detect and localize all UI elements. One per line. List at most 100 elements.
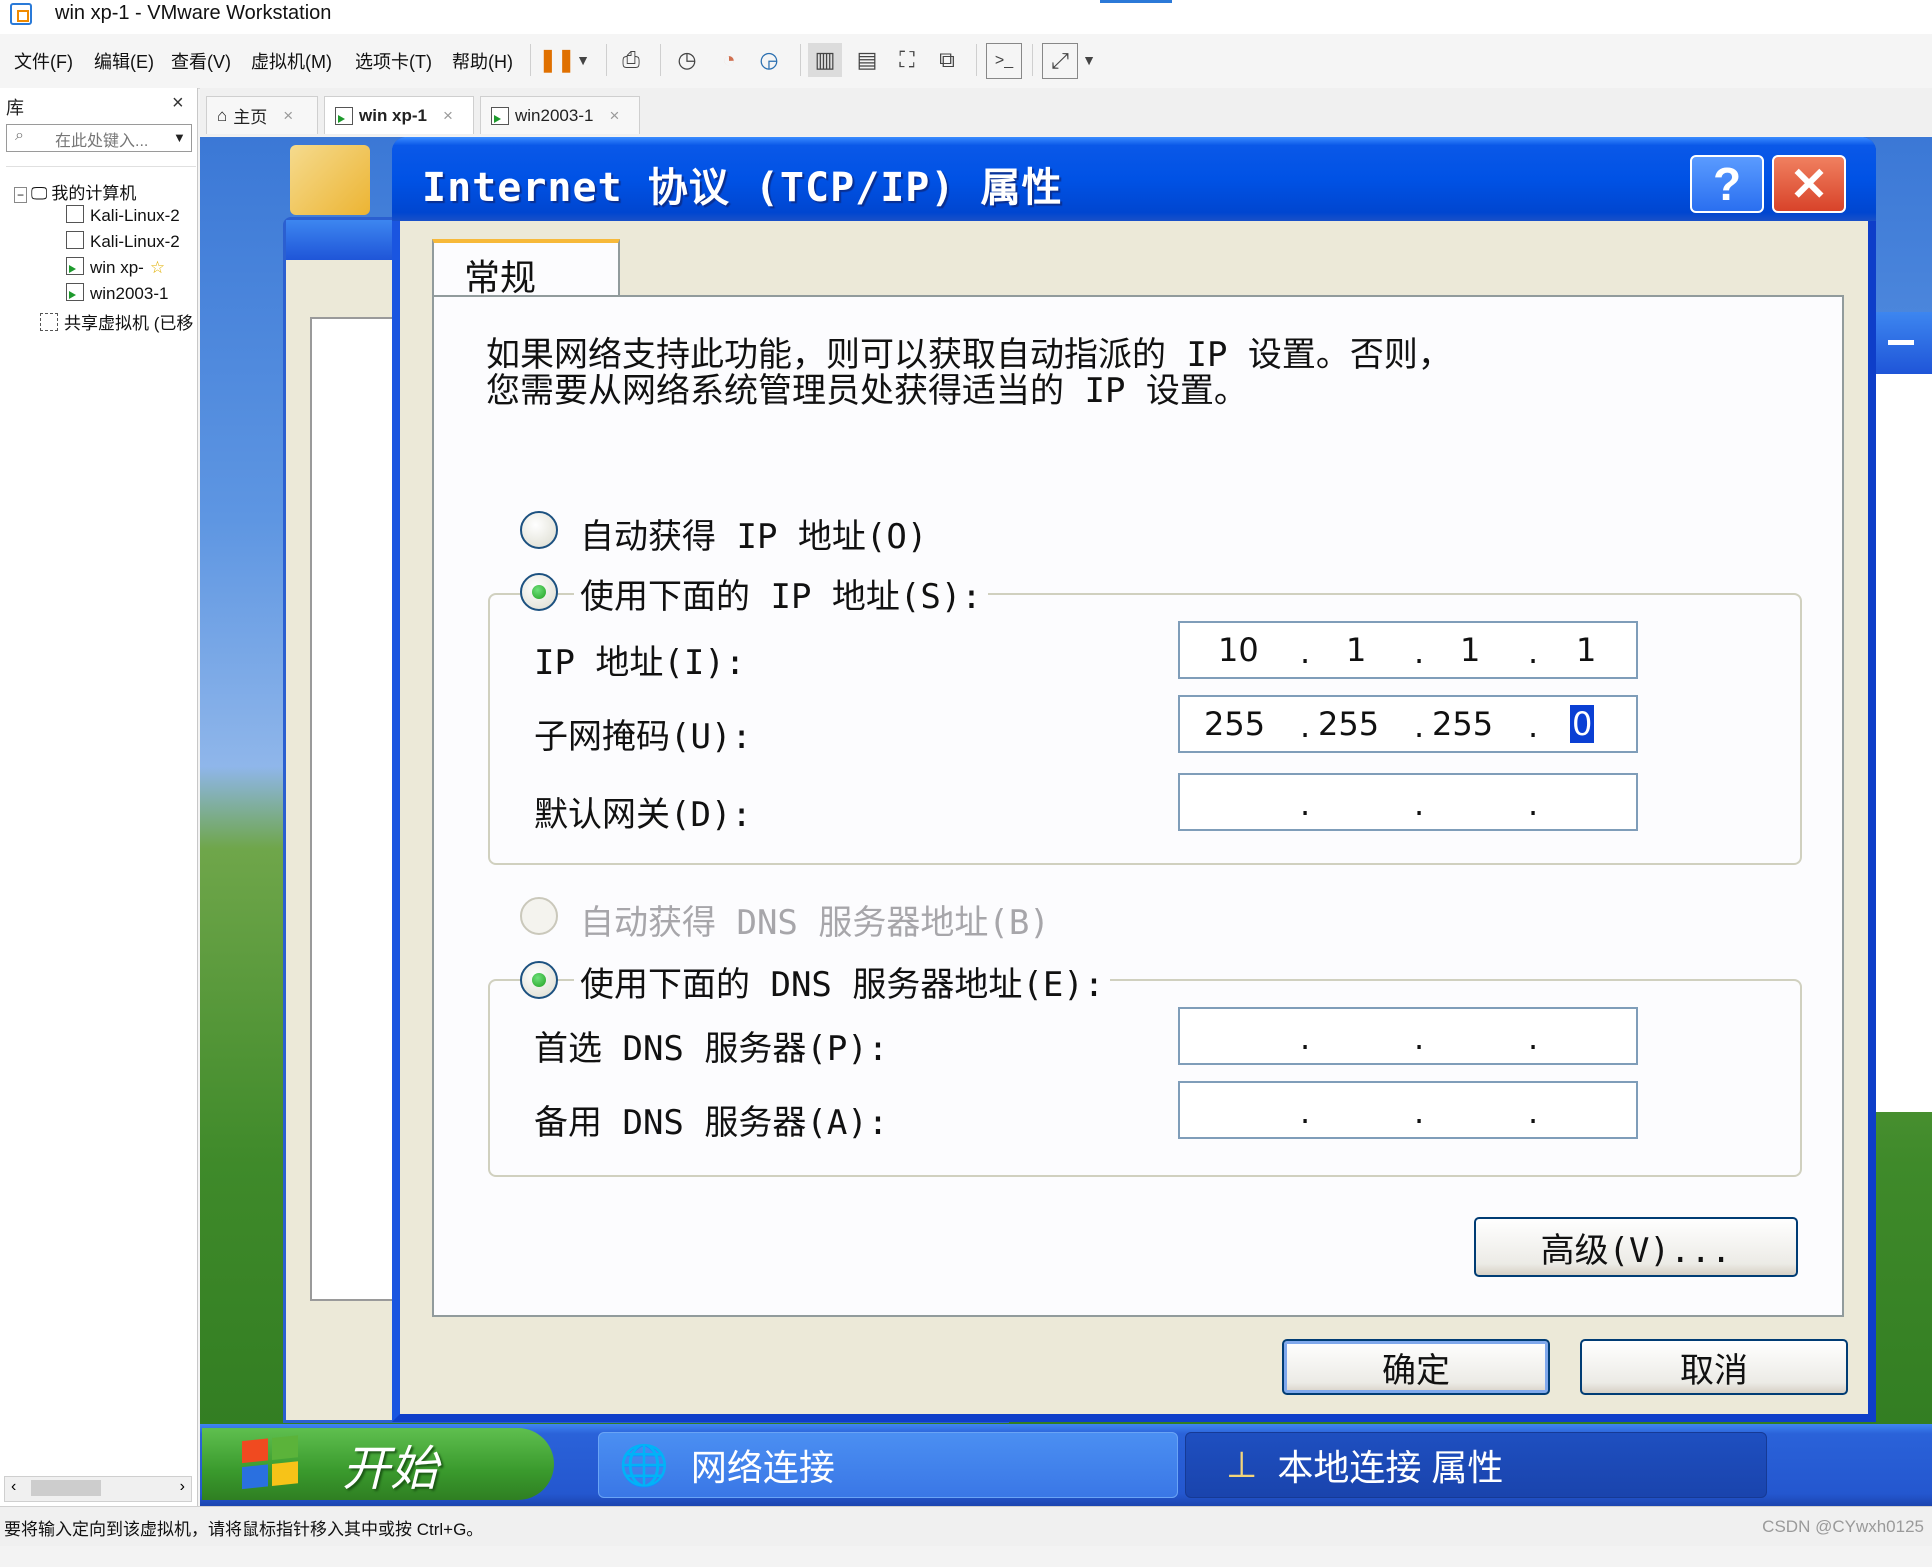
radio-manual-dns[interactable] bbox=[520, 961, 558, 999]
console-icon[interactable]: >_ bbox=[986, 43, 1022, 79]
toolbar-separator bbox=[976, 44, 977, 76]
tab-win-xp-1[interactable]: win xp-1 × bbox=[324, 96, 474, 134]
network-globe-icon: 🌐 bbox=[619, 1443, 669, 1488]
ip-address-field[interactable]: 10 . 1 . 1 . 1 bbox=[1178, 621, 1638, 679]
dialog-titlebar[interactable]: Internet 协议 (TCP/IP) 属性 ? ✕ bbox=[392, 137, 1876, 221]
close-icon: ✕ bbox=[1789, 158, 1829, 210]
dns-separator: . bbox=[1300, 1019, 1311, 1057]
close-icon[interactable]: × bbox=[609, 106, 619, 126]
preferred-dns-field[interactable]: . . . bbox=[1178, 1007, 1638, 1065]
tab-win2003-1[interactable]: win2003-1 × bbox=[480, 96, 640, 134]
toolbar-separator bbox=[1032, 44, 1033, 76]
radio-selected-dot bbox=[532, 973, 546, 987]
subnet-mask-label: 子网掩码(U): bbox=[534, 717, 752, 757]
favorite-star-icon: ☆ bbox=[149, 258, 166, 277]
radio-auto-ip-label[interactable]: 自动获得 IP 地址(O) bbox=[580, 509, 927, 558]
tree-root-my-computer[interactable]: − 🖵 我的计算机 bbox=[14, 179, 136, 204]
taskbar-item-network-connections[interactable]: 🌐 网络连接 bbox=[598, 1432, 1178, 1498]
mask-octet[interactable]: 255 bbox=[1432, 705, 1493, 743]
default-gateway-label: 默认网关(D): bbox=[534, 795, 752, 835]
alternate-dns-field[interactable]: . . . bbox=[1178, 1081, 1638, 1139]
chevron-down-icon[interactable]: ▼ bbox=[566, 43, 600, 77]
unity-icon[interactable]: ⧉ bbox=[930, 43, 964, 77]
tree-item-vm[interactable]: Kali-Linux-2 bbox=[66, 231, 180, 252]
subnet-mask-field[interactable]: 255 . 255 . 255 . 0 bbox=[1178, 695, 1638, 753]
menu-tabs[interactable]: 选项卡(T) bbox=[355, 48, 432, 74]
menu-help[interactable]: 帮助(H) bbox=[452, 48, 513, 74]
mask-octet[interactable]: 255 bbox=[1318, 705, 1379, 743]
tab-general[interactable]: 常规 bbox=[432, 239, 620, 299]
general-tab-panel: 如果网络支持此功能，则可以获取自动指派的 IP 设置。否则， 您需要从网络系统管… bbox=[432, 295, 1844, 1317]
gateway-separator: . bbox=[1528, 785, 1539, 823]
advanced-button[interactable]: 高级(V)... bbox=[1474, 1217, 1798, 1277]
mask-octet[interactable]: 255 bbox=[1204, 705, 1265, 743]
watermark: CSDN @CYwxh0125 bbox=[1762, 1517, 1924, 1536]
vm-running-icon bbox=[66, 283, 84, 301]
help-button[interactable]: ? bbox=[1690, 155, 1764, 213]
snapshot-manager-icon[interactable]: ◶ bbox=[752, 43, 786, 77]
ip-octet[interactable]: 1 bbox=[1346, 631, 1366, 669]
library-horizontal-scrollbar[interactable]: ‹ › bbox=[4, 1476, 192, 1502]
start-button[interactable]: 开始 bbox=[202, 1428, 554, 1500]
close-icon[interactable]: × bbox=[172, 92, 184, 115]
tab-label: win2003-1 bbox=[515, 105, 594, 125]
tcpip-properties-dialog: Internet 协议 (TCP/IP) 属性 ? ✕ 常规 如果网络支持此功能… bbox=[392, 137, 1876, 1422]
status-message: 要将输入定向到该虚拟机，请将鼠标指针移入其中或按 Ctrl+G。 bbox=[4, 1520, 484, 1539]
vmware-statusbar: 要将输入定向到该虚拟机，请将鼠标指针移入其中或按 Ctrl+G。 CSDN @C… bbox=[0, 1506, 1932, 1546]
scroll-left-icon[interactable]: ‹ bbox=[11, 1478, 16, 1496]
send-keys-icon[interactable]: ⎙ bbox=[614, 43, 648, 77]
full-screen-icon[interactable]: ⛶ bbox=[890, 43, 924, 77]
ip-octet[interactable]: 1 bbox=[1576, 631, 1596, 669]
sidebar-toggle-icon[interactable]: ▥ bbox=[808, 43, 842, 77]
toolbar-separator bbox=[606, 44, 607, 76]
menu-file[interactable]: 文件(F) bbox=[14, 48, 73, 74]
tree-item-vm-selected[interactable]: win xp- ☆ bbox=[66, 257, 165, 278]
close-icon[interactable]: × bbox=[283, 106, 293, 126]
help-icon: ? bbox=[1712, 158, 1742, 210]
dialog-title: Internet 协议 (TCP/IP) 属性 bbox=[422, 165, 1063, 211]
close-button[interactable]: ✕ bbox=[1772, 155, 1846, 213]
tree-item-vm[interactable]: win2003-1 bbox=[66, 283, 168, 304]
snapshot-icon[interactable]: ◷ bbox=[670, 43, 704, 77]
scroll-thumb[interactable] bbox=[31, 1480, 101, 1496]
radio-manual-dns-label[interactable]: 使用下面的 DNS 服务器地址(E): bbox=[574, 957, 1111, 1006]
tab-home[interactable]: ⌂ 主页 × bbox=[206, 96, 318, 134]
thumbnail-bar-icon[interactable]: ▤ bbox=[850, 43, 884, 77]
menu-edit[interactable]: 编辑(E) bbox=[94, 48, 154, 74]
collapse-icon[interactable]: − bbox=[14, 187, 28, 203]
radio-manual-ip[interactable] bbox=[520, 573, 558, 611]
menu-view[interactable]: 查看(V) bbox=[171, 48, 231, 74]
ip-octet[interactable]: 1 bbox=[1460, 631, 1480, 669]
dns-separator: . bbox=[1414, 1019, 1425, 1057]
radio-manual-ip-label[interactable]: 使用下面的 IP 地址(S): bbox=[574, 569, 988, 618]
shared-vm-icon bbox=[40, 313, 58, 331]
chevron-down-icon[interactable]: ▼ bbox=[173, 130, 186, 145]
menu-vm[interactable]: 虚拟机(M) bbox=[251, 48, 332, 74]
cancel-button[interactable]: 取消 bbox=[1580, 1339, 1848, 1395]
search-icon: ⌕ bbox=[15, 127, 24, 144]
radio-auto-ip[interactable] bbox=[520, 511, 558, 549]
vm-icon bbox=[66, 205, 84, 223]
taskbar-item-local-connection-properties[interactable]: ⊥ 本地连接 属性 bbox=[1185, 1432, 1767, 1498]
scroll-right-icon[interactable]: › bbox=[180, 1478, 185, 1496]
library-search-input[interactable]: ⌕ 在此处键入... ▼ bbox=[6, 124, 192, 152]
chevron-down-icon[interactable]: ▼ bbox=[1072, 43, 1106, 77]
minimize-icon[interactable] bbox=[1874, 312, 1932, 374]
mask-octet-selected[interactable]: 0 bbox=[1570, 705, 1595, 743]
dns-separator: . bbox=[1300, 1093, 1311, 1131]
ip-octet[interactable]: 10 bbox=[1218, 631, 1259, 669]
mask-separator: . bbox=[1300, 707, 1311, 745]
revert-snapshot-icon[interactable]: ◔ bbox=[712, 43, 746, 77]
search-placeholder: 在此处键入... bbox=[55, 133, 149, 150]
tree-root-label: 我的计算机 bbox=[51, 184, 137, 203]
default-gateway-field[interactable]: . . . bbox=[1178, 773, 1638, 831]
close-icon[interactable]: × bbox=[443, 106, 453, 126]
library-tree: − 🖵 我的计算机 Kali-Linux-2 Kali-Linux-2 win xp… bbox=[6, 166, 196, 1567]
radio-auto-dns bbox=[520, 897, 558, 935]
radio-selected-dot bbox=[532, 585, 546, 599]
ok-button[interactable]: 确定 bbox=[1282, 1339, 1550, 1395]
tree-item-vm[interactable]: Kali-Linux-2 bbox=[66, 205, 180, 226]
shared-label: 共享虚拟机 (已移 bbox=[64, 314, 194, 333]
desktop-folder-icon[interactable] bbox=[290, 145, 370, 215]
tree-item-shared[interactable]: 共享虚拟机 (已移 bbox=[40, 309, 193, 334]
